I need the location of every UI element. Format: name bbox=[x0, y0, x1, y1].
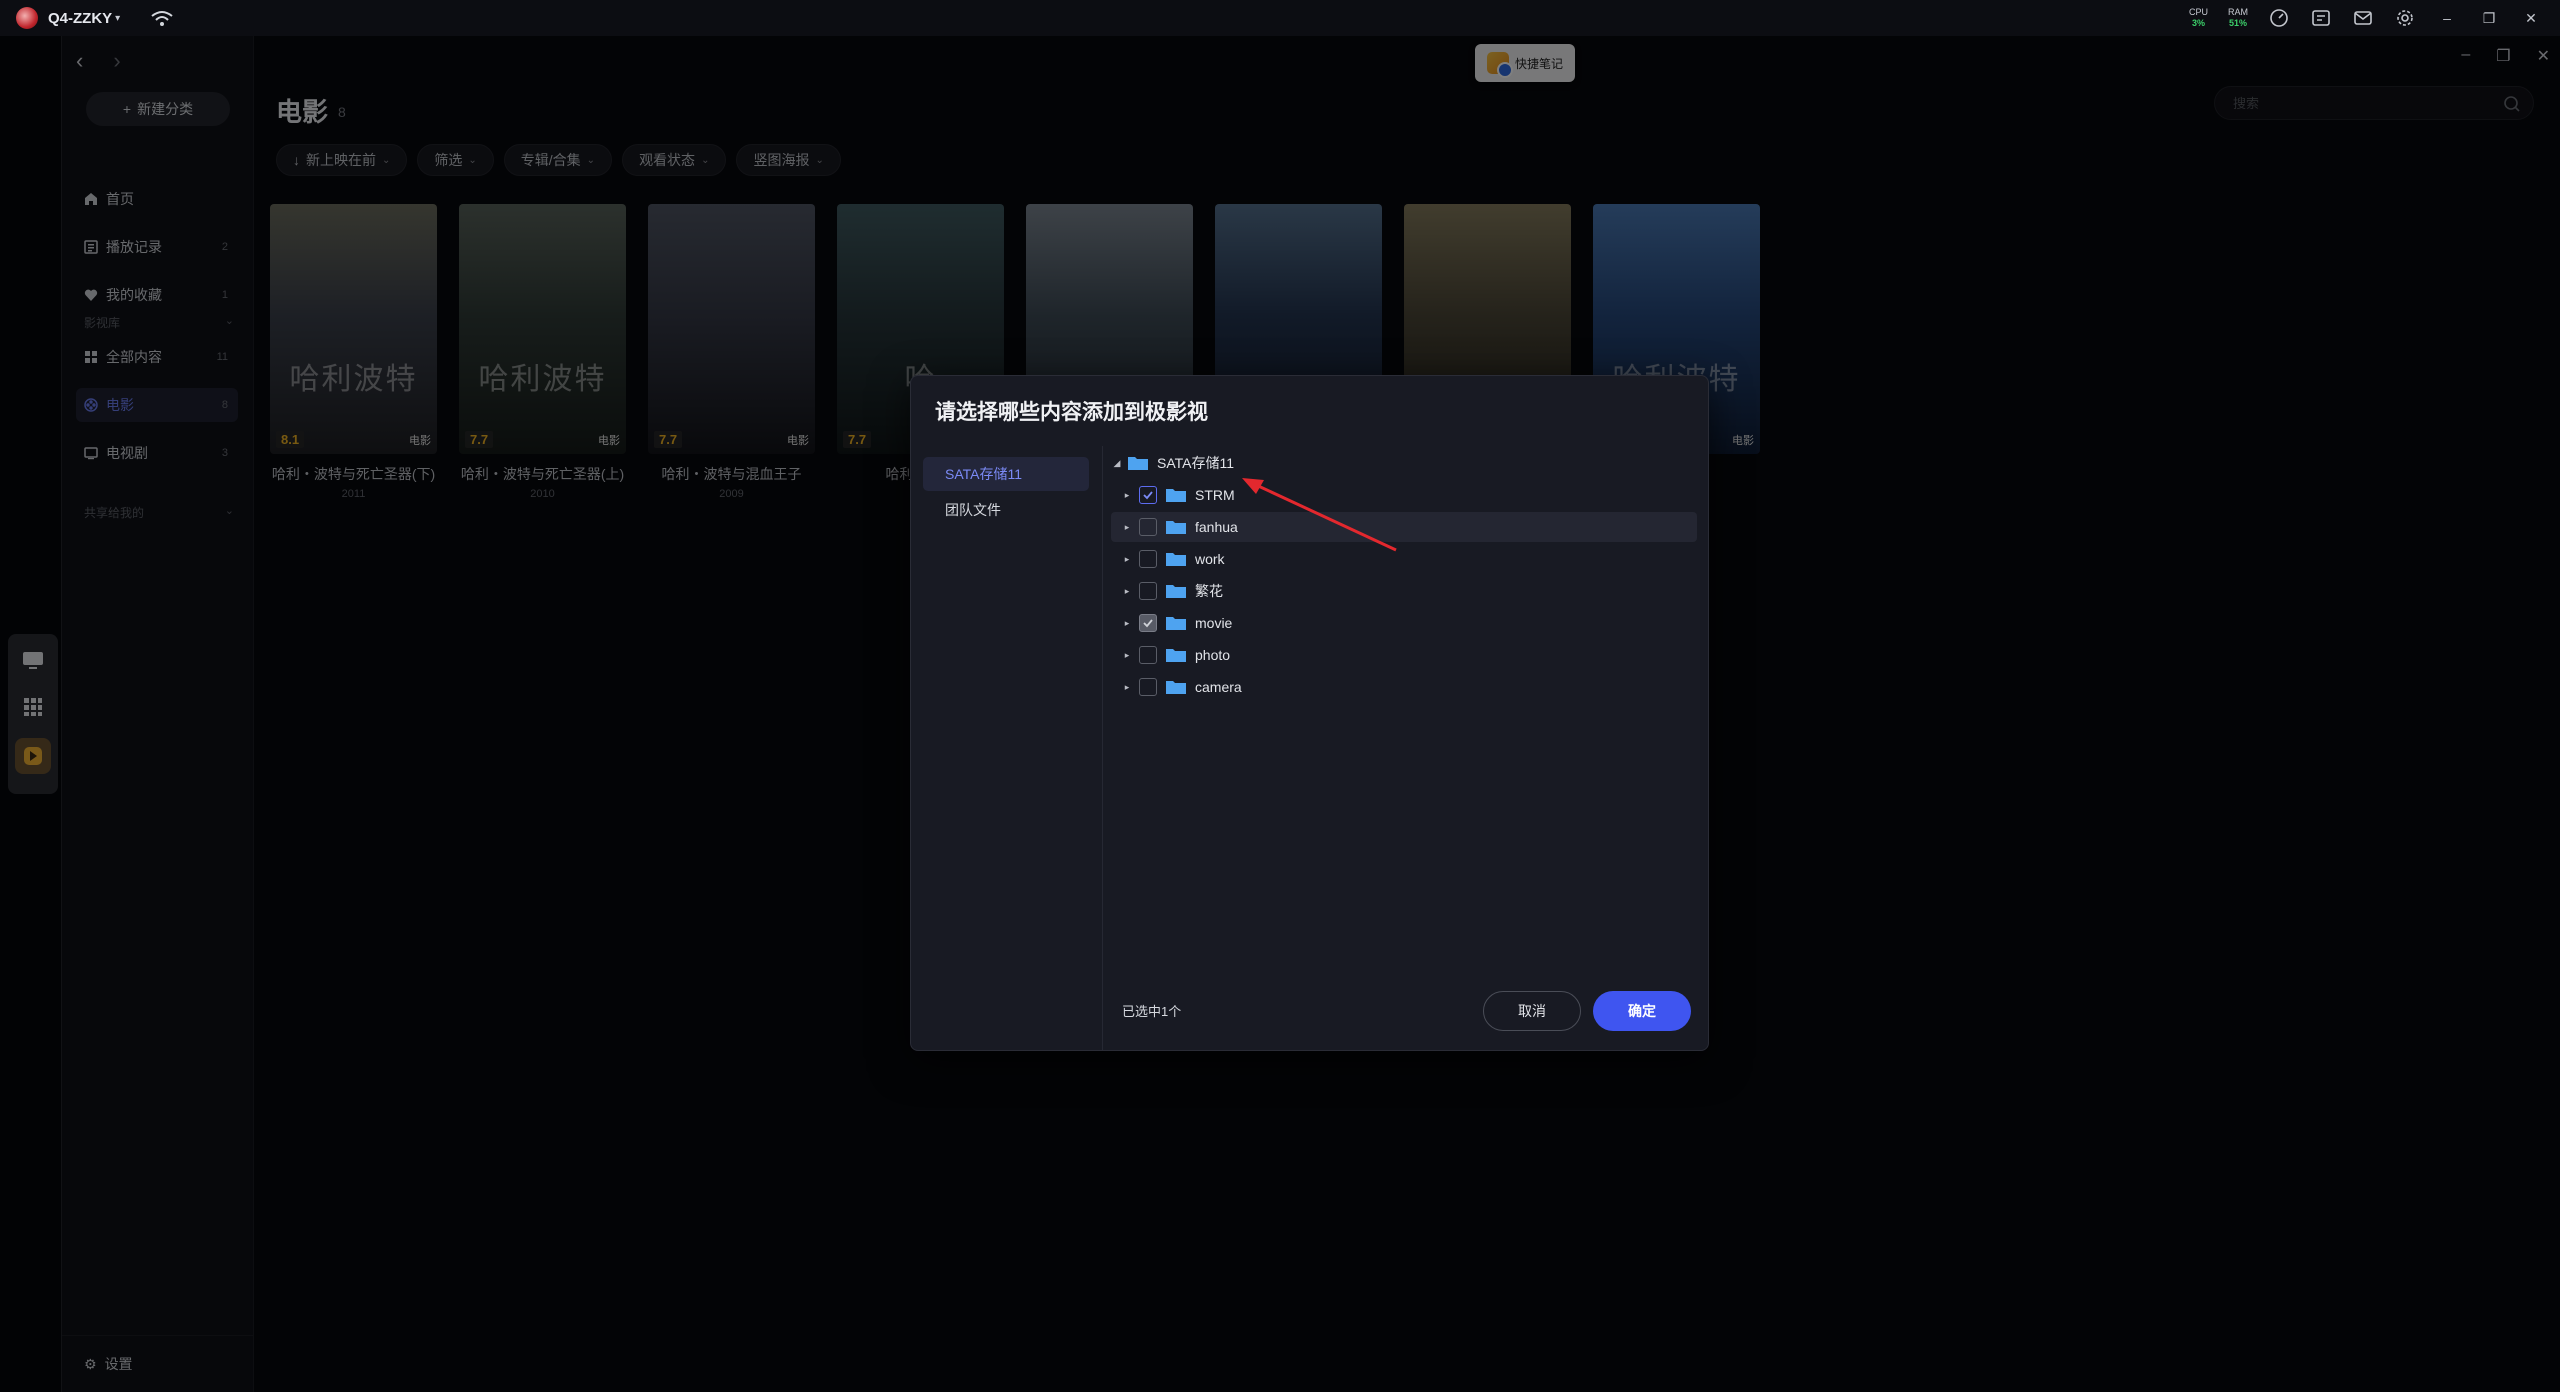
system-topbar: Q4-ZZKY ▾ CPU 3% RAM 51% – ❐ ✕ bbox=[0, 0, 2560, 36]
caret-right-icon[interactable]: ▸ bbox=[1121, 682, 1133, 693]
folder-checkbox[interactable] bbox=[1139, 646, 1157, 664]
folder-row[interactable]: ▸ photo bbox=[1111, 640, 1697, 670]
folder-name: 繁花 bbox=[1195, 583, 1223, 599]
caret-right-icon[interactable]: ▸ bbox=[1121, 522, 1133, 533]
settings-gear-icon[interactable] bbox=[2394, 7, 2416, 29]
folder-name: movie bbox=[1195, 615, 1233, 631]
red-annotation-arrow bbox=[1242, 478, 1397, 552]
folder-checkbox[interactable] bbox=[1139, 518, 1157, 536]
system-logo-icon[interactable] bbox=[16, 7, 38, 29]
cancel-button[interactable]: 取消 bbox=[1483, 991, 1581, 1031]
caret-right-icon[interactable]: ▸ bbox=[1121, 618, 1133, 629]
folder-icon bbox=[1166, 585, 1186, 598]
folder-checkbox[interactable] bbox=[1139, 582, 1157, 600]
folder-icon bbox=[1166, 521, 1186, 534]
caret-right-icon[interactable]: ▸ bbox=[1121, 586, 1133, 597]
folder-row[interactable]: ▸ work bbox=[1111, 544, 1697, 574]
folder-icon bbox=[1128, 457, 1148, 470]
desktop-minimize-icon[interactable]: – bbox=[2436, 10, 2458, 26]
speed-gauge-icon[interactable] bbox=[2268, 7, 2290, 29]
folder-checkbox[interactable] bbox=[1139, 550, 1157, 568]
desktop-close-icon[interactable]: ✕ bbox=[2520, 10, 2542, 27]
source-sata[interactable]: SATA存储11 bbox=[923, 457, 1089, 491]
source-team-files[interactable]: 团队文件 bbox=[923, 493, 1089, 527]
folder-icon bbox=[1166, 553, 1186, 566]
dialog-title: 请选择哪些内容添加到极影视 bbox=[935, 401, 1208, 424]
cpu-usage[interactable]: CPU 3% bbox=[2189, 7, 2208, 29]
folder-name: STRM bbox=[1195, 487, 1235, 503]
caret-down-icon[interactable]: ◢ bbox=[1111, 458, 1123, 469]
tree-root[interactable]: ◢ SATA存储11 bbox=[1111, 448, 1697, 478]
folder-checkbox[interactable] bbox=[1139, 678, 1157, 696]
folder-checkbox[interactable] bbox=[1139, 486, 1157, 504]
folder-name: photo bbox=[1195, 647, 1231, 663]
folder-name: fanhua bbox=[1195, 519, 1238, 535]
folder-icon bbox=[1166, 649, 1186, 662]
caret-right-icon[interactable]: ▸ bbox=[1121, 490, 1133, 501]
folder-name: camera bbox=[1195, 679, 1242, 695]
desktop-restore-icon[interactable]: ❐ bbox=[2478, 10, 2500, 27]
folder-icon bbox=[1166, 681, 1186, 694]
device-chevron-down-icon[interactable]: ▾ bbox=[115, 13, 120, 24]
device-name[interactable]: Q4-ZZKY bbox=[48, 10, 112, 27]
task-monitor-icon[interactable] bbox=[2310, 7, 2332, 29]
folder-row[interactable]: ▸ 繁花 bbox=[1111, 576, 1697, 606]
folder-icon bbox=[1166, 617, 1186, 630]
folder-row[interactable]: ▸ camera bbox=[1111, 672, 1697, 702]
ram-usage[interactable]: RAM 51% bbox=[2228, 7, 2248, 29]
confirm-button[interactable]: 确定 bbox=[1593, 991, 1691, 1031]
caret-right-icon[interactable]: ▸ bbox=[1121, 650, 1133, 661]
selected-count: 已选中1个 bbox=[1122, 1004, 1182, 1019]
folder-checkbox[interactable] bbox=[1139, 614, 1157, 632]
folder-icon bbox=[1166, 489, 1186, 502]
folder-name: work bbox=[1195, 551, 1225, 567]
folder-row[interactable]: ▸ fanhua bbox=[1111, 512, 1697, 542]
tree-root-label: SATA存储11 bbox=[1157, 455, 1235, 471]
message-icon[interactable] bbox=[2352, 7, 2374, 29]
folder-row[interactable]: ▸ STRM bbox=[1111, 480, 1697, 510]
wifi-icon[interactable] bbox=[150, 9, 174, 27]
folder-row[interactable]: ▸ movie bbox=[1111, 608, 1697, 638]
source-list: SATA存储11 团队文件 bbox=[911, 446, 1103, 1050]
caret-right-icon[interactable]: ▸ bbox=[1121, 554, 1133, 565]
